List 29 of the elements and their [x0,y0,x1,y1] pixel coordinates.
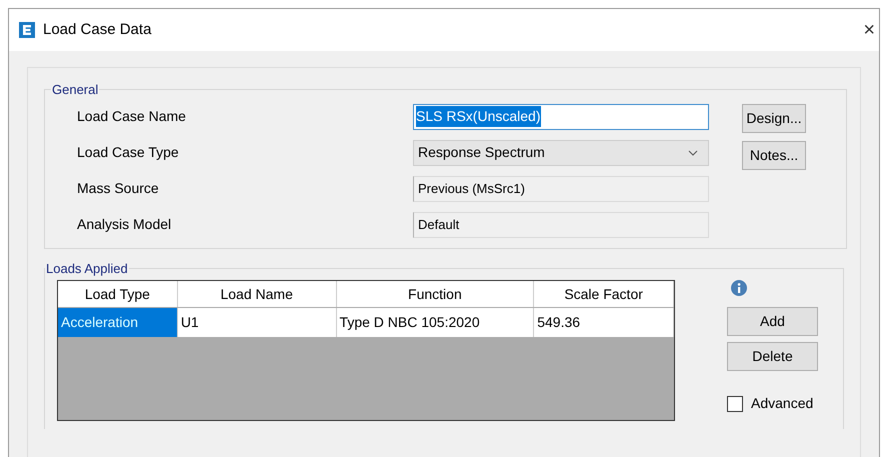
column-header[interactable]: Load Type [58,281,178,307]
info-icon[interactable] [731,280,747,296]
checkbox-label: Advanced [751,394,814,413]
input-field[interactable]: SLS RSx(Unscaled) [413,104,709,130]
checkbox[interactable] [727,396,743,412]
field-label: Analysis Model [77,215,172,234]
table-cell[interactable]: Acceleration [58,308,178,337]
app-logo-icon [19,22,35,38]
dialog-button[interactable]: Delete [727,342,818,371]
field-label: Load Case Name [77,107,186,126]
group-title: Loads Applied [45,260,129,278]
table-cell[interactable]: U1 [178,308,337,337]
field-label: Mass Source [77,179,159,198]
dialog-button[interactable]: Notes... [742,140,806,170]
dialog-button[interactable]: Add [727,307,818,336]
window-title: Load Case Data [43,20,152,40]
column-header[interactable]: Scale Factor [534,281,674,307]
group-title: General [51,81,100,99]
column-header[interactable]: Function [336,281,534,307]
dialog-button[interactable]: Design... [742,104,806,132]
dropdown[interactable]: Response Spectrum [413,140,709,166]
readonly-field: Default [413,212,709,238]
close-button[interactable]: × [863,20,875,40]
readonly-field: Previous (MsSrc1) [413,176,709,202]
chevron-down-icon [688,150,698,156]
table-cell[interactable]: Type D NBC 105:2020 [336,308,534,337]
field-label: Load Case Type [77,143,179,162]
column-header[interactable]: Load Name [178,281,337,307]
table-cell[interactable]: 549.36 [534,308,674,337]
